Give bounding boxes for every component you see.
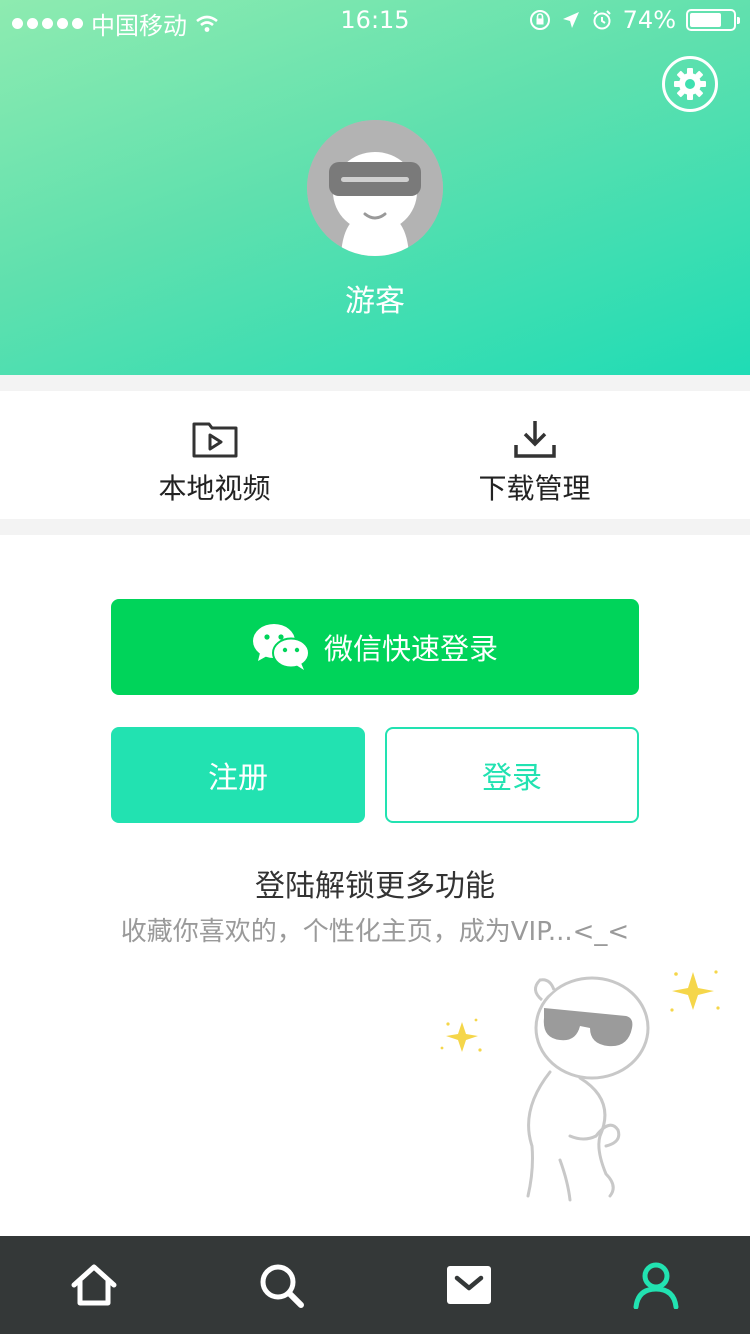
battery-percent: 74% <box>622 6 676 34</box>
location-icon <box>562 12 579 28</box>
download-manager-button[interactable]: 下载管理 <box>347 391 722 519</box>
tab-bar <box>0 1236 750 1334</box>
download-icon <box>513 421 556 458</box>
wechat-icon <box>252 624 310 670</box>
alarm-icon <box>592 10 611 30</box>
avatar[interactable] <box>307 120 443 256</box>
tab-profile[interactable] <box>563 1236 750 1334</box>
register-button[interactable]: 注册 <box>111 727 365 823</box>
gear-icon <box>674 68 706 100</box>
battery-icon <box>686 9 740 31</box>
battery-fill <box>690 13 722 27</box>
sparkle-left-icon <box>440 1018 482 1052</box>
settings-button[interactable] <box>662 56 718 112</box>
download-manager-label: 下载管理 <box>478 472 591 505</box>
search-icon <box>260 1264 305 1308</box>
local-video-label: 本地视频 <box>158 472 271 505</box>
promo-title: 登陆解锁更多功能 <box>255 869 495 904</box>
user-icon <box>633 1262 679 1309</box>
status-right: 74% <box>529 6 740 34</box>
guest-avatar-icon <box>307 120 443 256</box>
promo-subtitle: 收藏你喜欢的，个性化主页，成为VIP...<_< <box>120 917 630 947</box>
login-panel: 微信快速登录 注册 登录 登陆解锁更多功能 收藏你喜欢的，个性化主页，成为VIP… <box>0 535 750 1236</box>
local-video-button[interactable]: 本地视频 <box>27 391 402 519</box>
cool-mascot-illustration <box>440 970 720 1202</box>
tab-search[interactable] <box>188 1236 376 1334</box>
status-bar: 中国移动 16:15 74% <box>0 0 750 40</box>
tab-home[interactable] <box>0 1236 188 1334</box>
rotation-lock-icon <box>529 10 550 30</box>
folder-play-icon <box>192 422 237 458</box>
home-icon <box>71 1264 117 1306</box>
tab-inbox[interactable] <box>375 1236 563 1334</box>
wechat-login-label: 微信快速登录 <box>323 632 498 666</box>
quick-actions: 本地视频 下载管理 <box>0 391 750 519</box>
wechat-login-button[interactable]: 微信快速登录 <box>111 599 639 695</box>
inbox-icon <box>446 1266 491 1304</box>
sparkle-right-icon <box>670 970 720 1012</box>
profile-header: 中国移动 16:15 74% 游客 <box>0 0 750 375</box>
username[interactable]: 游客 <box>0 276 750 320</box>
login-button[interactable]: 登录 <box>385 727 639 823</box>
